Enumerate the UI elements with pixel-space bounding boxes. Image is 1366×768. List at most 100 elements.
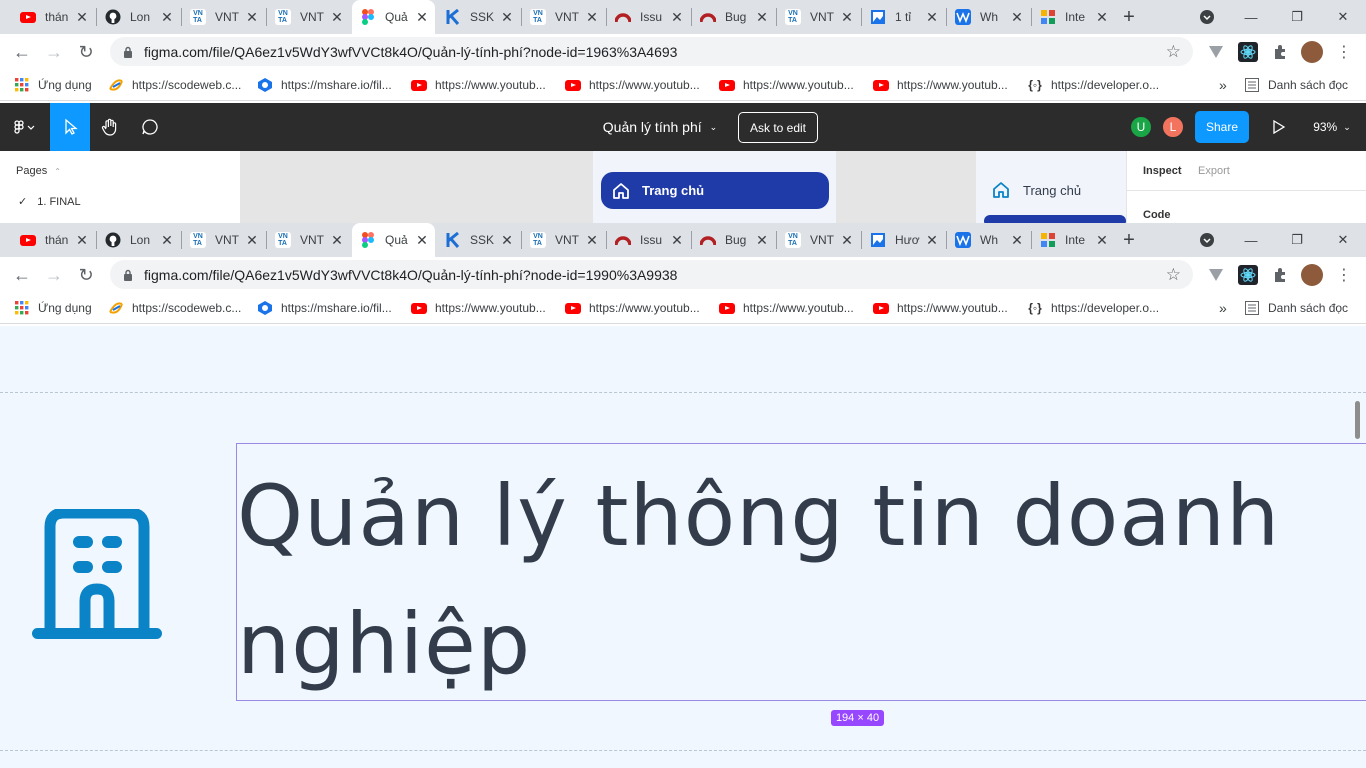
tab-close-icon[interactable]: ✕: [328, 9, 346, 26]
new-tab-plus-icon[interactable]: +: [1118, 0, 1140, 34]
reload-button[interactable]: ↻: [72, 38, 100, 66]
extensions-puzzle-icon[interactable]: [1269, 264, 1291, 286]
window-close-icon[interactable]: ✕: [1332, 0, 1354, 34]
react-devtools-icon[interactable]: [1237, 264, 1259, 286]
nav-item-home-active[interactable]: Trang chủ: [601, 172, 829, 209]
tab-close-icon[interactable]: ✕: [73, 232, 91, 249]
tab-close-icon[interactable]: ✕: [1008, 232, 1026, 249]
tab-close-icon[interactable]: ✕: [668, 232, 686, 249]
bookmark-star-icon[interactable]: ☆: [1166, 265, 1181, 285]
ask-to-edit-button[interactable]: Ask to edit: [738, 112, 818, 143]
bookmark-item[interactable]: {◦} https://developer.o...: [1027, 69, 1159, 101]
browser-tab[interactable]: Inte ✕: [1032, 223, 1115, 257]
bookmark-item[interactable]: https://www.youtub...: [719, 69, 854, 101]
zoom-menu[interactable]: 93% ⌄: [1304, 103, 1360, 151]
minimize-icon[interactable]: —: [1240, 0, 1262, 34]
browser-tab[interactable]: Issu ✕: [607, 223, 690, 257]
browser-tab[interactable]: VN TA VNT ✕: [522, 0, 605, 34]
tab-close-icon[interactable]: ✕: [243, 232, 261, 249]
omnibox[interactable]: figma.com/file/QA6ez1v5WdY3wfVVCt8k4O/Qu…: [110, 260, 1193, 289]
comment-tool-icon[interactable]: [130, 103, 170, 151]
browser-tab[interactable]: Inte ✕: [1032, 0, 1115, 34]
react-devtools-icon[interactable]: [1237, 41, 1259, 63]
tab-close-icon[interactable]: ✕: [328, 232, 346, 249]
tab-close-icon[interactable]: ✕: [498, 9, 516, 26]
browser-tab[interactable]: Wh ✕: [947, 223, 1030, 257]
bookmarks-overflow-button[interactable]: »: [1219, 292, 1227, 324]
tab-close-icon[interactable]: ✕: [413, 232, 431, 249]
back-button[interactable]: ←: [8, 38, 36, 66]
back-button[interactable]: ←: [8, 261, 36, 289]
browser-tab[interactable]: SSK ✕: [437, 223, 520, 257]
browser-tab[interactable]: thán ✕: [12, 0, 95, 34]
profile-avatar[interactable]: [1301, 264, 1323, 286]
browser-tab[interactable]: VN TA VNT ✕: [267, 0, 350, 34]
bookmark-apps[interactable]: Ứng dụng: [14, 69, 92, 101]
bookmark-star-icon[interactable]: ☆: [1166, 42, 1181, 62]
browser-tab[interactable]: thán ✕: [12, 223, 95, 257]
bookmark-item[interactable]: https://scodeweb.c...: [108, 69, 241, 101]
forward-button[interactable]: →: [40, 38, 68, 66]
restore-icon[interactable]: ❐: [1286, 0, 1308, 34]
browser-tab[interactable]: Lon ✕: [97, 0, 180, 34]
browser-tab[interactable]: Bug ✕: [692, 0, 775, 34]
bookmark-item[interactable]: https://scodeweb.c...: [108, 292, 241, 324]
file-name-button[interactable]: Quản lý tính phí ⌄: [590, 103, 730, 151]
browser-tab[interactable]: 1 tỉ ✕: [862, 0, 945, 34]
tab-close-icon[interactable]: ✕: [923, 232, 941, 249]
export-tab[interactable]: Export: [1198, 165, 1230, 177]
tab-close-icon[interactable]: ✕: [498, 232, 516, 249]
tab-search-icon[interactable]: [1196, 223, 1218, 257]
bookmark-item[interactable]: https://mshare.io/fil...: [257, 69, 392, 101]
tab-close-icon[interactable]: ✕: [243, 9, 261, 26]
bookmark-apps[interactable]: Ứng dụng: [14, 292, 92, 324]
hand-tool-icon[interactable]: [90, 103, 130, 151]
browser-tab[interactable]: VN TA VNT ✕: [777, 0, 860, 34]
minimize-icon[interactable]: —: [1240, 223, 1262, 257]
avatar-l[interactable]: L: [1161, 115, 1185, 139]
bookmark-item[interactable]: https://www.youtub...: [565, 69, 700, 101]
tab-close-icon[interactable]: ✕: [1093, 232, 1111, 249]
new-tab-plus-icon[interactable]: +: [1118, 223, 1140, 257]
move-tool-icon[interactable]: [50, 103, 90, 151]
browser-tab[interactable]: Hươ ✕: [862, 223, 945, 257]
omnibox[interactable]: figma.com/file/QA6ez1v5WdY3wfVVCt8k4O/Qu…: [110, 37, 1193, 66]
bookmark-item[interactable]: https://www.youtub...: [411, 69, 546, 101]
extensions-puzzle-icon[interactable]: [1269, 41, 1291, 63]
tab-close-icon[interactable]: ✕: [753, 232, 771, 249]
pages-heading[interactable]: Pages ⌃: [16, 165, 61, 177]
browser-tab[interactable]: Lon ✕: [97, 223, 180, 257]
reload-button[interactable]: ↻: [72, 261, 100, 289]
inspect-tab[interactable]: Inspect: [1143, 165, 1182, 177]
bookmark-item[interactable]: https://www.youtub...: [719, 292, 854, 324]
extension-v-icon[interactable]: [1205, 264, 1227, 286]
browser-tab[interactable]: Bug ✕: [692, 223, 775, 257]
browser-tab[interactable]: VN TA VNT ✕: [267, 223, 350, 257]
selected-text-layer[interactable]: Quản lý thông tin doanh nghiệp: [236, 443, 1366, 701]
bookmark-item[interactable]: https://mshare.io/fil...: [257, 292, 392, 324]
bookmark-item[interactable]: https://www.youtub...: [411, 292, 546, 324]
browser-tab[interactable]: VN TA VNT ✕: [522, 223, 605, 257]
forward-button[interactable]: →: [40, 261, 68, 289]
tab-close-icon[interactable]: ✕: [73, 9, 91, 26]
tab-close-icon[interactable]: ✕: [923, 9, 941, 26]
browser-tab[interactable]: VN TA VNT ✕: [777, 223, 860, 257]
bookmark-item[interactable]: https://www.youtub...: [873, 292, 1008, 324]
scrollbar-thumb[interactable]: [1355, 401, 1360, 439]
share-button[interactable]: Share: [1195, 111, 1249, 143]
browser-tab[interactable]: SSK ✕: [437, 0, 520, 34]
bookmark-item[interactable]: https://www.youtub...: [873, 69, 1008, 101]
tab-search-icon[interactable]: [1196, 0, 1218, 34]
tab-close-icon[interactable]: ✕: [158, 9, 176, 26]
browser-tab[interactable]: Quả ✕: [352, 223, 435, 257]
browser-tab[interactable]: Wh ✕: [947, 0, 1030, 34]
tab-close-icon[interactable]: ✕: [1008, 9, 1026, 26]
window-close-icon[interactable]: ✕: [1332, 223, 1354, 257]
figma-menu-icon[interactable]: [0, 103, 50, 151]
reading-list-button[interactable]: Danh sách đọc: [1244, 69, 1348, 101]
tab-close-icon[interactable]: ✕: [413, 9, 431, 26]
tab-close-icon[interactable]: ✕: [838, 232, 856, 249]
tab-close-icon[interactable]: ✕: [583, 9, 601, 26]
bookmark-item[interactable]: {◦} https://developer.o...: [1027, 292, 1159, 324]
extension-v-icon[interactable]: [1205, 41, 1227, 63]
